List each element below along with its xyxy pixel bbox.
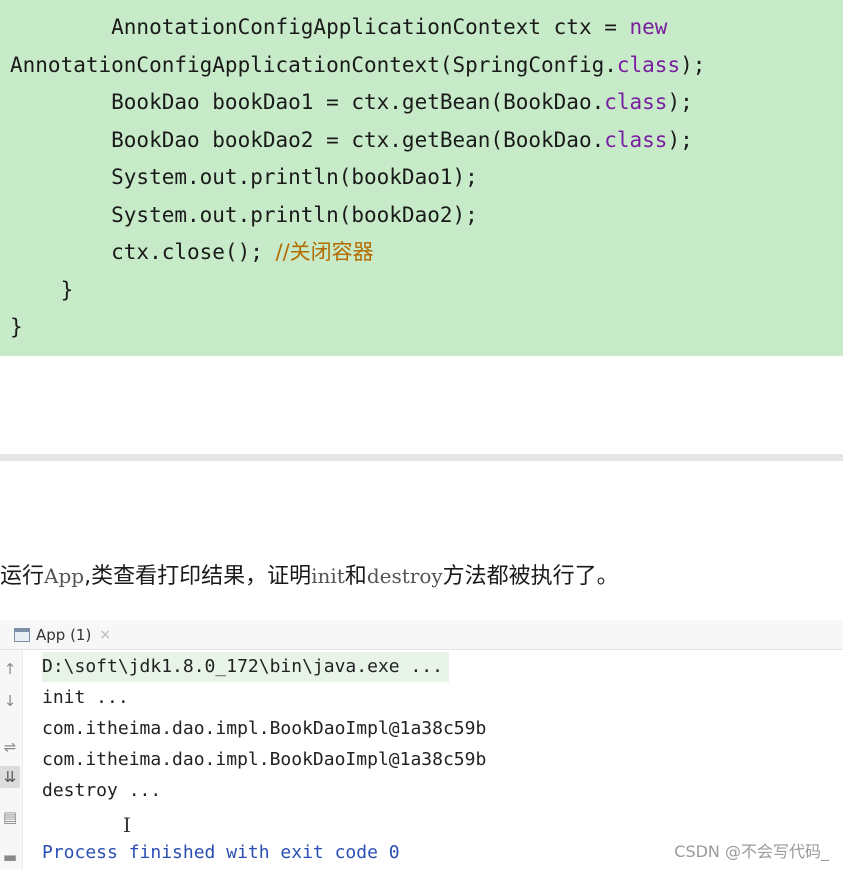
- soft-wrap-icon[interactable]: ⇌: [0, 736, 20, 758]
- text-cursor-icon: I: [123, 813, 131, 837]
- code-line: System.out.println(bookDao1);: [10, 165, 478, 189]
- code-block: AnnotationConfigApplicationContext ctx =…: [0, 0, 843, 356]
- section-divider: [0, 454, 843, 461]
- console-line: init ...: [42, 687, 129, 708]
- code-line: ctx.close(); //关闭容器: [10, 240, 374, 264]
- scroll-to-end-icon[interactable]: ⇊: [0, 766, 20, 788]
- tab-app[interactable]: App (1) ×: [14, 620, 111, 649]
- code-line: System.out.println(bookDao2);: [10, 203, 478, 227]
- arrow-up-icon[interactable]: ↑: [0, 658, 20, 680]
- code-line: BookDao bookDao2 = ctx.getBean(BookDao.c…: [10, 128, 693, 152]
- arrow-down-icon[interactable]: ↓: [0, 690, 20, 712]
- code-line: }: [10, 278, 74, 302]
- code-line: BookDao bookDao1 = ctx.getBean(BookDao.c…: [10, 90, 693, 114]
- print-icon[interactable]: ▤: [0, 806, 20, 828]
- console-line: D:\soft\jdk1.8.0_172\bin\java.exe ...: [42, 652, 449, 682]
- console-line-exit: Process finished with exit code 0: [42, 842, 400, 863]
- close-icon[interactable]: ×: [99, 627, 111, 643]
- description-paragraph: 运行App,类查看打印结果，证明init和destroy方法都被执行了。: [0, 564, 619, 589]
- console-line: com.itheima.dao.impl.BookDaoImpl@1a38c59…: [42, 718, 487, 739]
- console-tab-bar: App (1) ×: [0, 620, 843, 650]
- code-comment: //关闭容器: [275, 240, 374, 264]
- code-line: AnnotationConfigApplicationContext(Sprin…: [10, 53, 706, 77]
- run-console: App (1) × ↑ ↓ ⇌ ⇊ ▤ ▬ D:\soft\jdk1.8.0_1…: [0, 620, 843, 869]
- console-toolbar: ↑ ↓ ⇌ ⇊ ▤ ▬: [0, 650, 23, 869]
- tab-label: App (1): [36, 625, 92, 644]
- console-line: destroy ...: [42, 780, 162, 801]
- code-line: }: [10, 315, 23, 339]
- trash-icon[interactable]: ▬: [0, 846, 20, 868]
- watermark: CSDN @不会写代码_: [674, 842, 829, 861]
- page: AnnotationConfigApplicationContext ctx =…: [0, 0, 843, 869]
- console-window-icon: [14, 627, 30, 642]
- console-line: com.itheima.dao.impl.BookDaoImpl@1a38c59…: [42, 749, 487, 770]
- code-line: AnnotationConfigApplicationContext ctx =…: [10, 15, 668, 39]
